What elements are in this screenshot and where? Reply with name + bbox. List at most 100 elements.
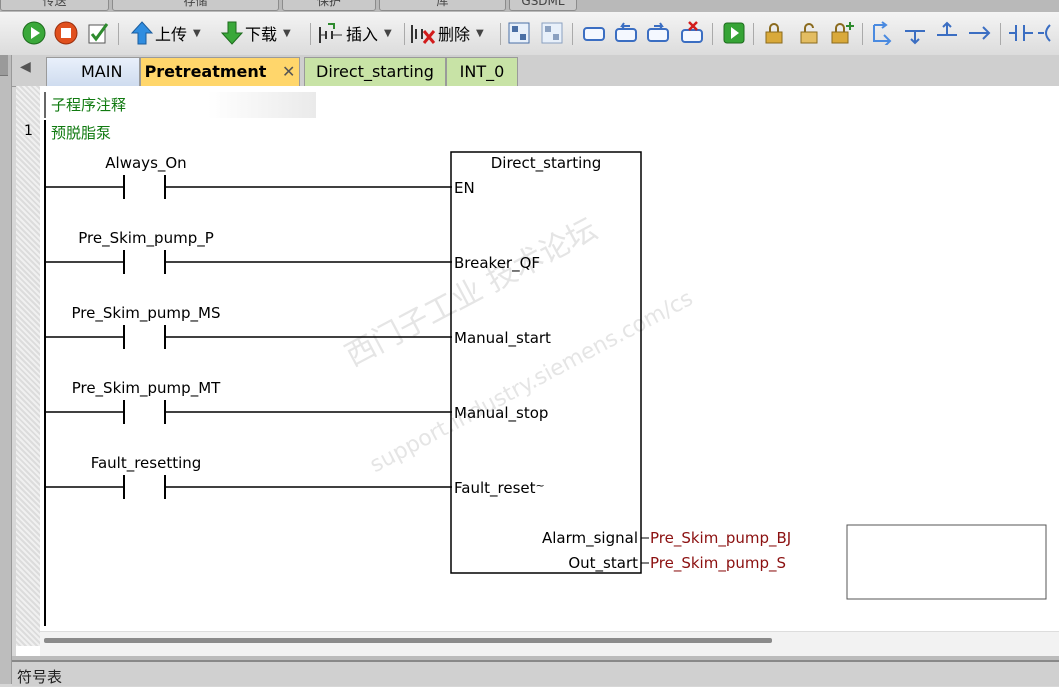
- chevron-down-icon[interactable]: ▼: [193, 28, 201, 39]
- bookmark-next-icon: [647, 22, 669, 42]
- block-title: Direct_starting: [490, 154, 602, 172]
- branch-up-icon: [873, 21, 892, 45]
- delete-button[interactable]: 删除 ▼: [410, 20, 484, 46]
- block-input-label: Manual_stop: [454, 404, 549, 422]
- rung-contact-5[interactable]: [45, 475, 452, 499]
- top-tab-label: 保护: [316, 0, 341, 8]
- stop-icon: [54, 21, 78, 45]
- bookmark-remove-icon: [681, 21, 703, 43]
- bookmark-prev-icon: [615, 22, 637, 42]
- tab-main[interactable]: MAIN: [46, 57, 140, 86]
- contact-label[interactable]: Pre_Skim_pump_MS: [72, 304, 221, 322]
- top-menu-strip: 传送 存储 保护 库 GSDML: [0, 0, 1059, 12]
- top-tab-storage[interactable]: 存储: [112, 0, 279, 11]
- unlock-icon: [800, 23, 818, 44]
- branch-down-button[interactable]: [903, 20, 927, 46]
- go-arrow-icon: [723, 22, 745, 44]
- tab-int-0[interactable]: INT_0: [446, 57, 518, 86]
- top-tab-library[interactable]: 库: [379, 0, 506, 11]
- block-input-label: Fault_reset: [454, 479, 536, 497]
- block-input-fault-reset: Fault_reset~: [454, 479, 545, 497]
- box-button[interactable]: [582, 20, 606, 46]
- add-lock-button[interactable]: [830, 20, 856, 46]
- tab-label: INT_0: [459, 62, 505, 81]
- tab-scroll-left-icon[interactable]: ◀: [20, 59, 31, 75]
- coil-icon: [1038, 24, 1051, 42]
- tab-direct-starting[interactable]: Direct_starting: [304, 57, 446, 86]
- network-collapse-button[interactable]: [540, 20, 564, 46]
- negation-mark: ~: [535, 479, 545, 492]
- toolbar: 上传 ▼ 下载 ▼ 插入 ▼ 删除 ▼: [0, 12, 1059, 56]
- line-up-button[interactable]: [935, 20, 959, 46]
- contact-icon: [1009, 25, 1033, 41]
- block-input-label: EN: [454, 179, 475, 197]
- bookmark-prev-button[interactable]: [614, 20, 638, 46]
- line-right-button[interactable]: [967, 20, 991, 46]
- delete-label: 删除: [438, 25, 471, 44]
- top-tab-gsdml[interactable]: GSDML: [509, 0, 577, 11]
- bookmark-next-button[interactable]: [646, 20, 670, 46]
- add-lock-icon: [831, 22, 854, 44]
- line-up-icon: [937, 21, 957, 36]
- insert-contact-icon: [319, 23, 342, 43]
- block-output-label: Alarm_signal: [541, 529, 638, 547]
- network-expand-icon: [508, 22, 530, 44]
- compile-button[interactable]: [86, 20, 110, 46]
- branch-up-button[interactable]: [870, 20, 894, 46]
- network-collapse-icon: [541, 22, 563, 44]
- insert-label: 插入: [346, 25, 379, 44]
- stop-button[interactable]: [54, 20, 78, 46]
- lock-button[interactable]: [762, 20, 786, 46]
- output-variable[interactable]: Pre_Skim_pump_BJ: [650, 529, 791, 547]
- lock-icon: [765, 23, 783, 44]
- output-variable[interactable]: Pre_Skim_pump_S: [650, 554, 786, 572]
- close-icon[interactable]: ✕: [282, 62, 295, 81]
- branch-down-icon: [905, 30, 925, 45]
- top-tab-label: 库: [436, 0, 449, 8]
- contact-label[interactable]: Pre_Skim_pump_P: [78, 229, 214, 247]
- download-button[interactable]: 下载 ▼: [221, 20, 291, 46]
- go-button[interactable]: [722, 20, 746, 46]
- download-arrow-icon: [221, 21, 243, 45]
- block-output-label: Out_start: [568, 554, 638, 572]
- tab-label: MAIN: [81, 62, 123, 81]
- function-block[interactable]: [450, 151, 642, 574]
- chevron-down-icon[interactable]: ▼: [476, 28, 484, 39]
- tab-pretreatment[interactable]: Pretreatment ✕: [140, 57, 300, 86]
- symbol-table-panel: 符号表: [12, 660, 1059, 686]
- ladder-editor[interactable]: 子程序注释 1 预脱脂泵 西门子工业 技术论坛 support.industry…: [16, 86, 1059, 657]
- contact-label[interactable]: Fault_resetting: [91, 454, 202, 472]
- top-tab-label: 存储: [183, 0, 208, 8]
- rung-contact-1[interactable]: [45, 175, 452, 199]
- run-button[interactable]: [22, 20, 46, 46]
- compile-check-icon: [88, 23, 109, 44]
- rung-contact-2[interactable]: [45, 250, 452, 274]
- contact-label[interactable]: Always_On: [105, 154, 186, 172]
- rung-contact-3[interactable]: [45, 325, 452, 349]
- box-icon: [583, 27, 605, 41]
- rung-contact-4[interactable]: [45, 400, 452, 424]
- contact-label[interactable]: Pre_Skim_pump_MT: [72, 379, 221, 397]
- top-tab-label: 传送: [42, 0, 67, 8]
- chevron-down-icon[interactable]: ▼: [283, 28, 291, 39]
- chevron-down-icon[interactable]: ▼: [384, 28, 392, 39]
- insert-coil-button[interactable]: [1038, 20, 1059, 46]
- scrollbar-thumb[interactable]: [44, 638, 772, 643]
- top-tab-transfer[interactable]: 传送: [0, 0, 109, 11]
- network-expand-button[interactable]: [507, 20, 531, 46]
- empty-network-box[interactable]: [846, 524, 1047, 600]
- insert-contact-button[interactable]: [1009, 20, 1033, 46]
- horizontal-scrollbar[interactable]: [40, 631, 1059, 657]
- insert-button[interactable]: 插入 ▼: [318, 20, 392, 46]
- left-panel-edge: [0, 55, 12, 684]
- run-icon: [22, 21, 46, 45]
- tab-bar: ◀ MAIN Pretreatment ✕ Direct_starting IN…: [12, 55, 1059, 87]
- upload-button[interactable]: 上传 ▼: [131, 20, 201, 46]
- top-tab-protect[interactable]: 保护: [282, 0, 376, 11]
- unlock-button[interactable]: [797, 20, 821, 46]
- line-right-icon: [969, 26, 991, 40]
- top-tab-label: GSDML: [521, 0, 565, 8]
- upload-label: 上传: [155, 25, 188, 44]
- bookmark-remove-button[interactable]: [680, 20, 704, 46]
- download-label: 下载: [245, 25, 278, 44]
